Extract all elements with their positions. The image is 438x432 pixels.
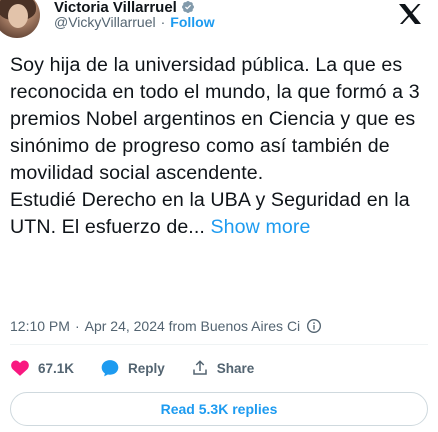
like-button[interactable]: 67.1K <box>10 358 74 378</box>
reply-icon <box>101 360 119 377</box>
show-more-link[interactable]: Show more <box>211 216 311 238</box>
info-icon[interactable] <box>306 318 322 334</box>
reply-button[interactable]: Reply <box>100 358 165 378</box>
tweet-header: Victoria Villarruel @VickyVillarruel · F… <box>0 0 438 44</box>
share-label: Share <box>216 360 255 376</box>
tweet-time[interactable]: 12:10 PM <box>10 318 70 334</box>
x-logo-icon[interactable] <box>396 2 424 26</box>
share-button[interactable]: Share <box>191 359 255 377</box>
tweet-text: Soy hija de la universidad pública. La q… <box>10 54 420 238</box>
handle-row: @VickyVillarruel · Follow <box>54 14 215 30</box>
author-handle[interactable]: @VickyVillarruel <box>54 14 156 30</box>
avatar[interactable] <box>0 0 40 38</box>
like-count: 67.1K <box>38 360 75 376</box>
tweet-metadata: 12:10 PM · Apr 24, 2024 from Buenos Aire… <box>10 318 322 334</box>
follow-button[interactable]: Follow <box>170 14 214 30</box>
share-icon <box>193 360 207 375</box>
tweet-date-location[interactable]: Apr 24, 2024 from Buenos Aires Ci <box>85 318 301 334</box>
action-bar: 67.1K Reply Share <box>10 356 280 380</box>
divider <box>10 344 428 345</box>
tweet-body: Soy hija de la universidad pública. La q… <box>10 52 430 241</box>
separator-dot: · <box>74 318 80 334</box>
reply-label: Reply <box>128 360 165 376</box>
heart-icon <box>11 360 29 376</box>
read-replies-button[interactable]: Read 5.3K replies <box>10 392 428 426</box>
verified-badge-icon <box>181 1 194 13</box>
separator-dot: · <box>160 14 166 30</box>
